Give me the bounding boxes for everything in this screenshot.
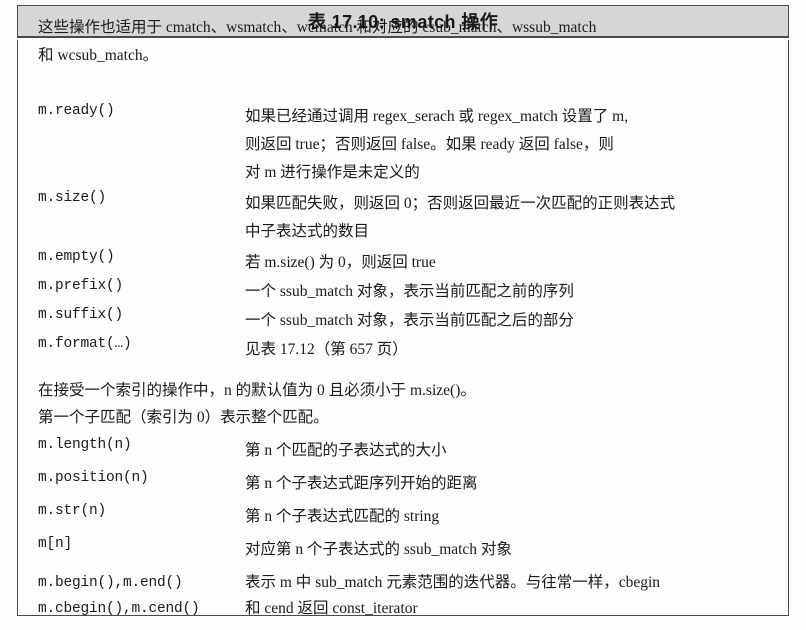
row-description-line: 第 n 个子表达式距序列开始的距离: [245, 475, 478, 492]
row-operation: m.empty(): [38, 249, 115, 265]
row-operation: m.begin(),m.end(): [38, 575, 183, 591]
row-description: 第 n 个子表达式距序列开始的距离: [245, 470, 756, 498]
intro-paragraph: 这些操作也适用于 cmatch、wsmatch、wcmatch 和对应的 csu…: [38, 14, 756, 70]
row-description-line: 则返回 true；否则返回 false。如果 ready 返回 false，则: [245, 136, 614, 153]
note-line-1: 在接受一个索引的操作中，n 的默认值为 0 且必须小于 m.size()。: [38, 382, 476, 399]
row-operation: m.cbegin(),m.cend(): [38, 601, 200, 617]
row-description-line: 对应第 n 个子表达式的 ssub_match 对象: [245, 541, 512, 558]
row-operation: m.length(n): [38, 437, 132, 453]
row-operation: m.size(): [38, 190, 107, 206]
row-description: 一个 ssub_match 对象，表示当前匹配之前的序列: [245, 278, 756, 306]
row-operation: m[n]: [38, 536, 73, 552]
row-description: 见表 17.12（第 657 页）: [245, 336, 756, 364]
row-description-line: 第 n 个匹配的子表达式的大小: [245, 442, 447, 459]
row-description-line: 对 m 进行操作是未定义的: [245, 164, 420, 181]
row-operation: m.ready(): [38, 103, 115, 119]
row-description-line: 表示 m 中 sub_match 元素范围的迭代器。与往常一样，cbegin: [245, 574, 661, 591]
row-description-line: 一个 ssub_match 对象，表示当前匹配之后的部分: [245, 312, 574, 329]
row-description: 对应第 n 个子表达式的 ssub_match 对象: [245, 536, 756, 564]
row-description-pair: 表示 m 中 sub_match 元素范围的迭代器。与往常一样，cbegin 和…: [245, 570, 760, 622]
row-description-line: 见表 17.12（第 657 页）: [245, 341, 408, 358]
row-description-line: 如果已经通过调用 regex_serach 或 regex_match 设置了 …: [245, 108, 629, 125]
row-description-line: 如果匹配失败，则返回 0；否则返回最近一次匹配的正则表达式: [245, 195, 676, 212]
row-operation: m.position(n): [38, 470, 149, 486]
row-description-line: 若 m.size() 为 0，则返回 true: [245, 254, 436, 271]
row-operation: m.format(…): [38, 336, 132, 352]
row-description: 第 n 个匹配的子表达式的大小: [245, 437, 756, 465]
row-operation: m.suffix(): [38, 307, 124, 323]
row-operation: m.prefix(): [38, 278, 124, 294]
intro-line-2: 和 wcsub_match。: [38, 47, 159, 64]
row-description-line: 一个 ssub_match 对象，表示当前匹配之前的序列: [245, 283, 574, 300]
row-description-line: 中子表达式的数目: [245, 223, 370, 240]
note-line-2: 第一个子匹配（索引为 0）表示整个匹配。: [38, 409, 329, 426]
row-description-line: 第 n 个子表达式匹配的 string: [245, 508, 440, 525]
intro-line-1: 这些操作也适用于 cmatch、wsmatch、wcmatch 和对应的 csu…: [38, 19, 597, 36]
row-description-line: 和 cend 返回 const_iterator: [245, 600, 418, 617]
row-operation-pair: m.begin(),m.end() m.cbegin(),m.cend(): [38, 570, 238, 622]
row-operation: m.str(n): [38, 503, 107, 519]
row-description: 如果匹配失败，则返回 0；否则返回最近一次匹配的正则表达式 中子表达式的数目: [245, 190, 756, 246]
table-figure: 表 17.10: smatch 操作 这些操作也适用于 cmatch、wsmat…: [0, 0, 806, 630]
row-description: 第 n 个子表达式匹配的 string: [245, 503, 756, 531]
row-description: 一个 ssub_match 对象，表示当前匹配之后的部分: [245, 307, 756, 335]
row-description: 若 m.size() 为 0，则返回 true: [245, 249, 756, 277]
row-description: 如果已经通过调用 regex_serach 或 regex_match 设置了 …: [245, 103, 756, 187]
